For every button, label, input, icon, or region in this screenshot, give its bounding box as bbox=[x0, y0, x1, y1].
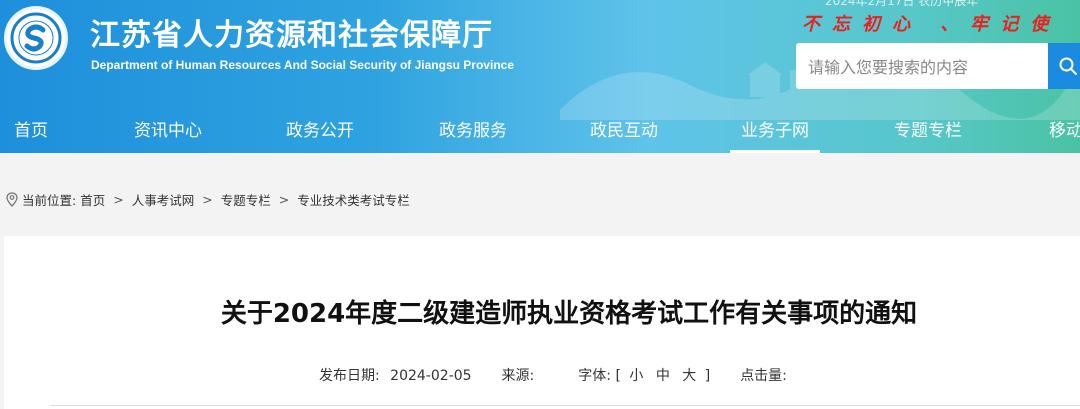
breadcrumb-topics[interactable]: 专题专栏 bbox=[221, 190, 271, 209]
nav-item-topics[interactable]: 专题专栏 bbox=[880, 104, 976, 153]
article-meta: 发布日期: 2024-02-05 来源: 字体: [ 小 中 大 ] 点击量: bbox=[319, 365, 817, 385]
nav-item-subnets[interactable]: 业务子网 bbox=[730, 104, 820, 153]
search-icon bbox=[1059, 57, 1077, 75]
font-size-large[interactable]: 大 bbox=[682, 368, 696, 384]
nav-item-home[interactable]: 首页 bbox=[0, 104, 62, 153]
article-panel: 关于2024年度二级建造师执业资格考试工作有关事项的通知 发布日期: 2024-… bbox=[4, 236, 1080, 409]
breadcrumb: 当前位置: 首页 > 人事考试网 > 专题专栏 > 专业技术类考试专栏 bbox=[6, 189, 410, 209]
logo-icon[interactable] bbox=[4, 6, 68, 70]
site-header: 江苏省人力资源和社会保障厅 Department of Human Resour… bbox=[0, 0, 1080, 153]
breadcrumb-separator: > bbox=[278, 191, 290, 207]
location-pin-icon bbox=[6, 191, 18, 207]
breadcrumb-separator: > bbox=[113, 191, 124, 207]
breadcrumb-professional-exams[interactable]: 专业技术类考试专栏 bbox=[297, 190, 410, 209]
font-bracket-close: ] bbox=[704, 368, 711, 384]
publish-date-label: 发布日期: bbox=[319, 368, 380, 384]
font-size-label: 字体: bbox=[578, 368, 611, 384]
nav-item-open-gov[interactable]: 政务公开 bbox=[272, 104, 368, 153]
nav-item-news[interactable]: 资讯中心 bbox=[120, 104, 216, 153]
date-line: 2024年2月17日 农历甲辰年 bbox=[825, 0, 979, 8]
search-input[interactable]: 请输入您要搜索的内容 bbox=[796, 43, 1050, 89]
main-nav: 首页 资讯中心 政务公开 政务服务 政民互动 业务子网 专题专栏 移动 bbox=[0, 104, 1080, 153]
font-size-small[interactable]: 小 bbox=[629, 368, 643, 384]
font-bracket-open: [ bbox=[615, 368, 621, 384]
nav-item-interaction[interactable]: 政民互动 bbox=[576, 104, 672, 153]
nav-item-mobile[interactable]: 移动 bbox=[1036, 104, 1080, 153]
breadcrumb-exam-site[interactable]: 人事考试网 bbox=[132, 190, 195, 209]
search-button[interactable] bbox=[1048, 43, 1080, 89]
nav-item-services[interactable]: 政务服务 bbox=[425, 104, 521, 153]
font-size-medium[interactable]: 中 bbox=[656, 368, 670, 384]
source-label: 来源: bbox=[501, 368, 535, 384]
breadcrumb-separator: > bbox=[202, 191, 213, 207]
slogan: 不忘初心 、牢记使 bbox=[802, 14, 1061, 35]
breadcrumb-home[interactable]: 首页 bbox=[80, 190, 105, 209]
publish-date: 2024-02-05 bbox=[390, 368, 472, 384]
site-subtitle: Department of Human Resources And Social… bbox=[91, 58, 514, 72]
article-title: 关于2024年度二级建造师执业资格考试工作有关事项的通知 bbox=[220, 299, 918, 329]
breadcrumb-prefix: 当前位置: bbox=[22, 192, 77, 208]
views-label: 点击量: bbox=[740, 368, 787, 384]
divider bbox=[50, 405, 1080, 406]
site-title: 江苏省人力资源和社会保障厅 bbox=[90, 18, 493, 53]
